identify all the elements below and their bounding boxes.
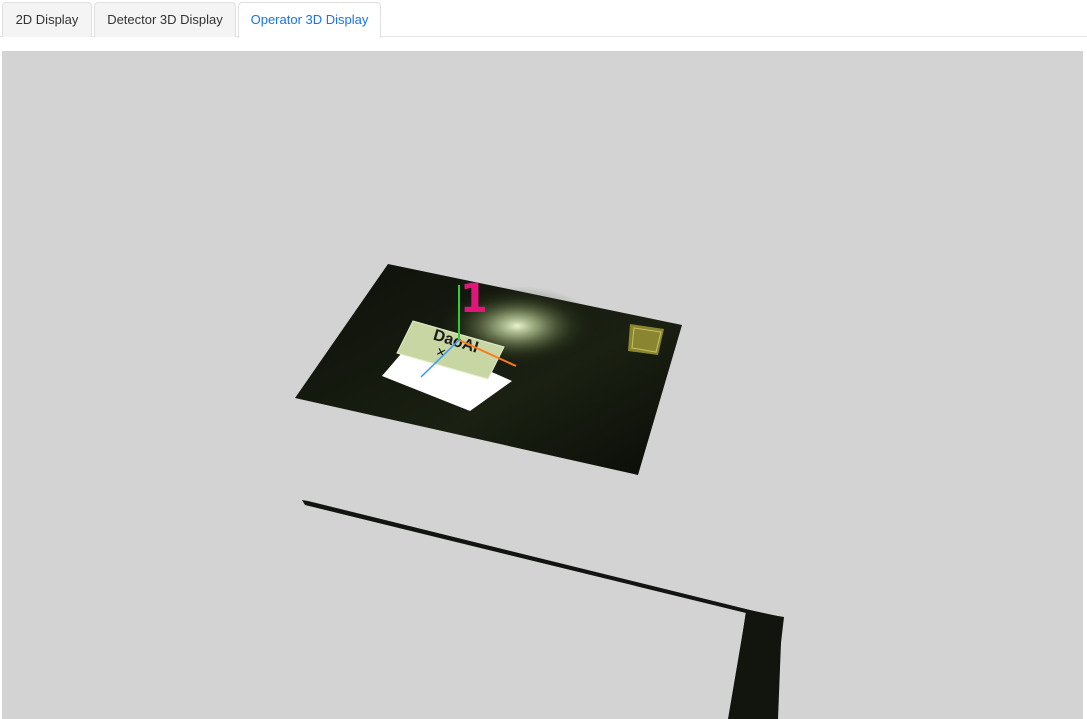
point-cloud-canvas[interactable]: DaoAI ✕ 1 <box>2 51 1083 719</box>
instance-marker: 1 <box>460 276 488 322</box>
point-cloud-edge <box>302 500 782 719</box>
tab-operator-3d-display[interactable]: Operator 3D Display <box>238 2 381 38</box>
tab-bar: 2D Display Detector 3D Display Operator … <box>0 0 1087 38</box>
3d-viewport[interactable]: DaoAI ✕ 1 <box>2 51 1083 719</box>
tab-detector-3d-display[interactable]: Detector 3D Display <box>94 2 236 37</box>
tab-2d-display[interactable]: 2D Display <box>2 2 92 37</box>
